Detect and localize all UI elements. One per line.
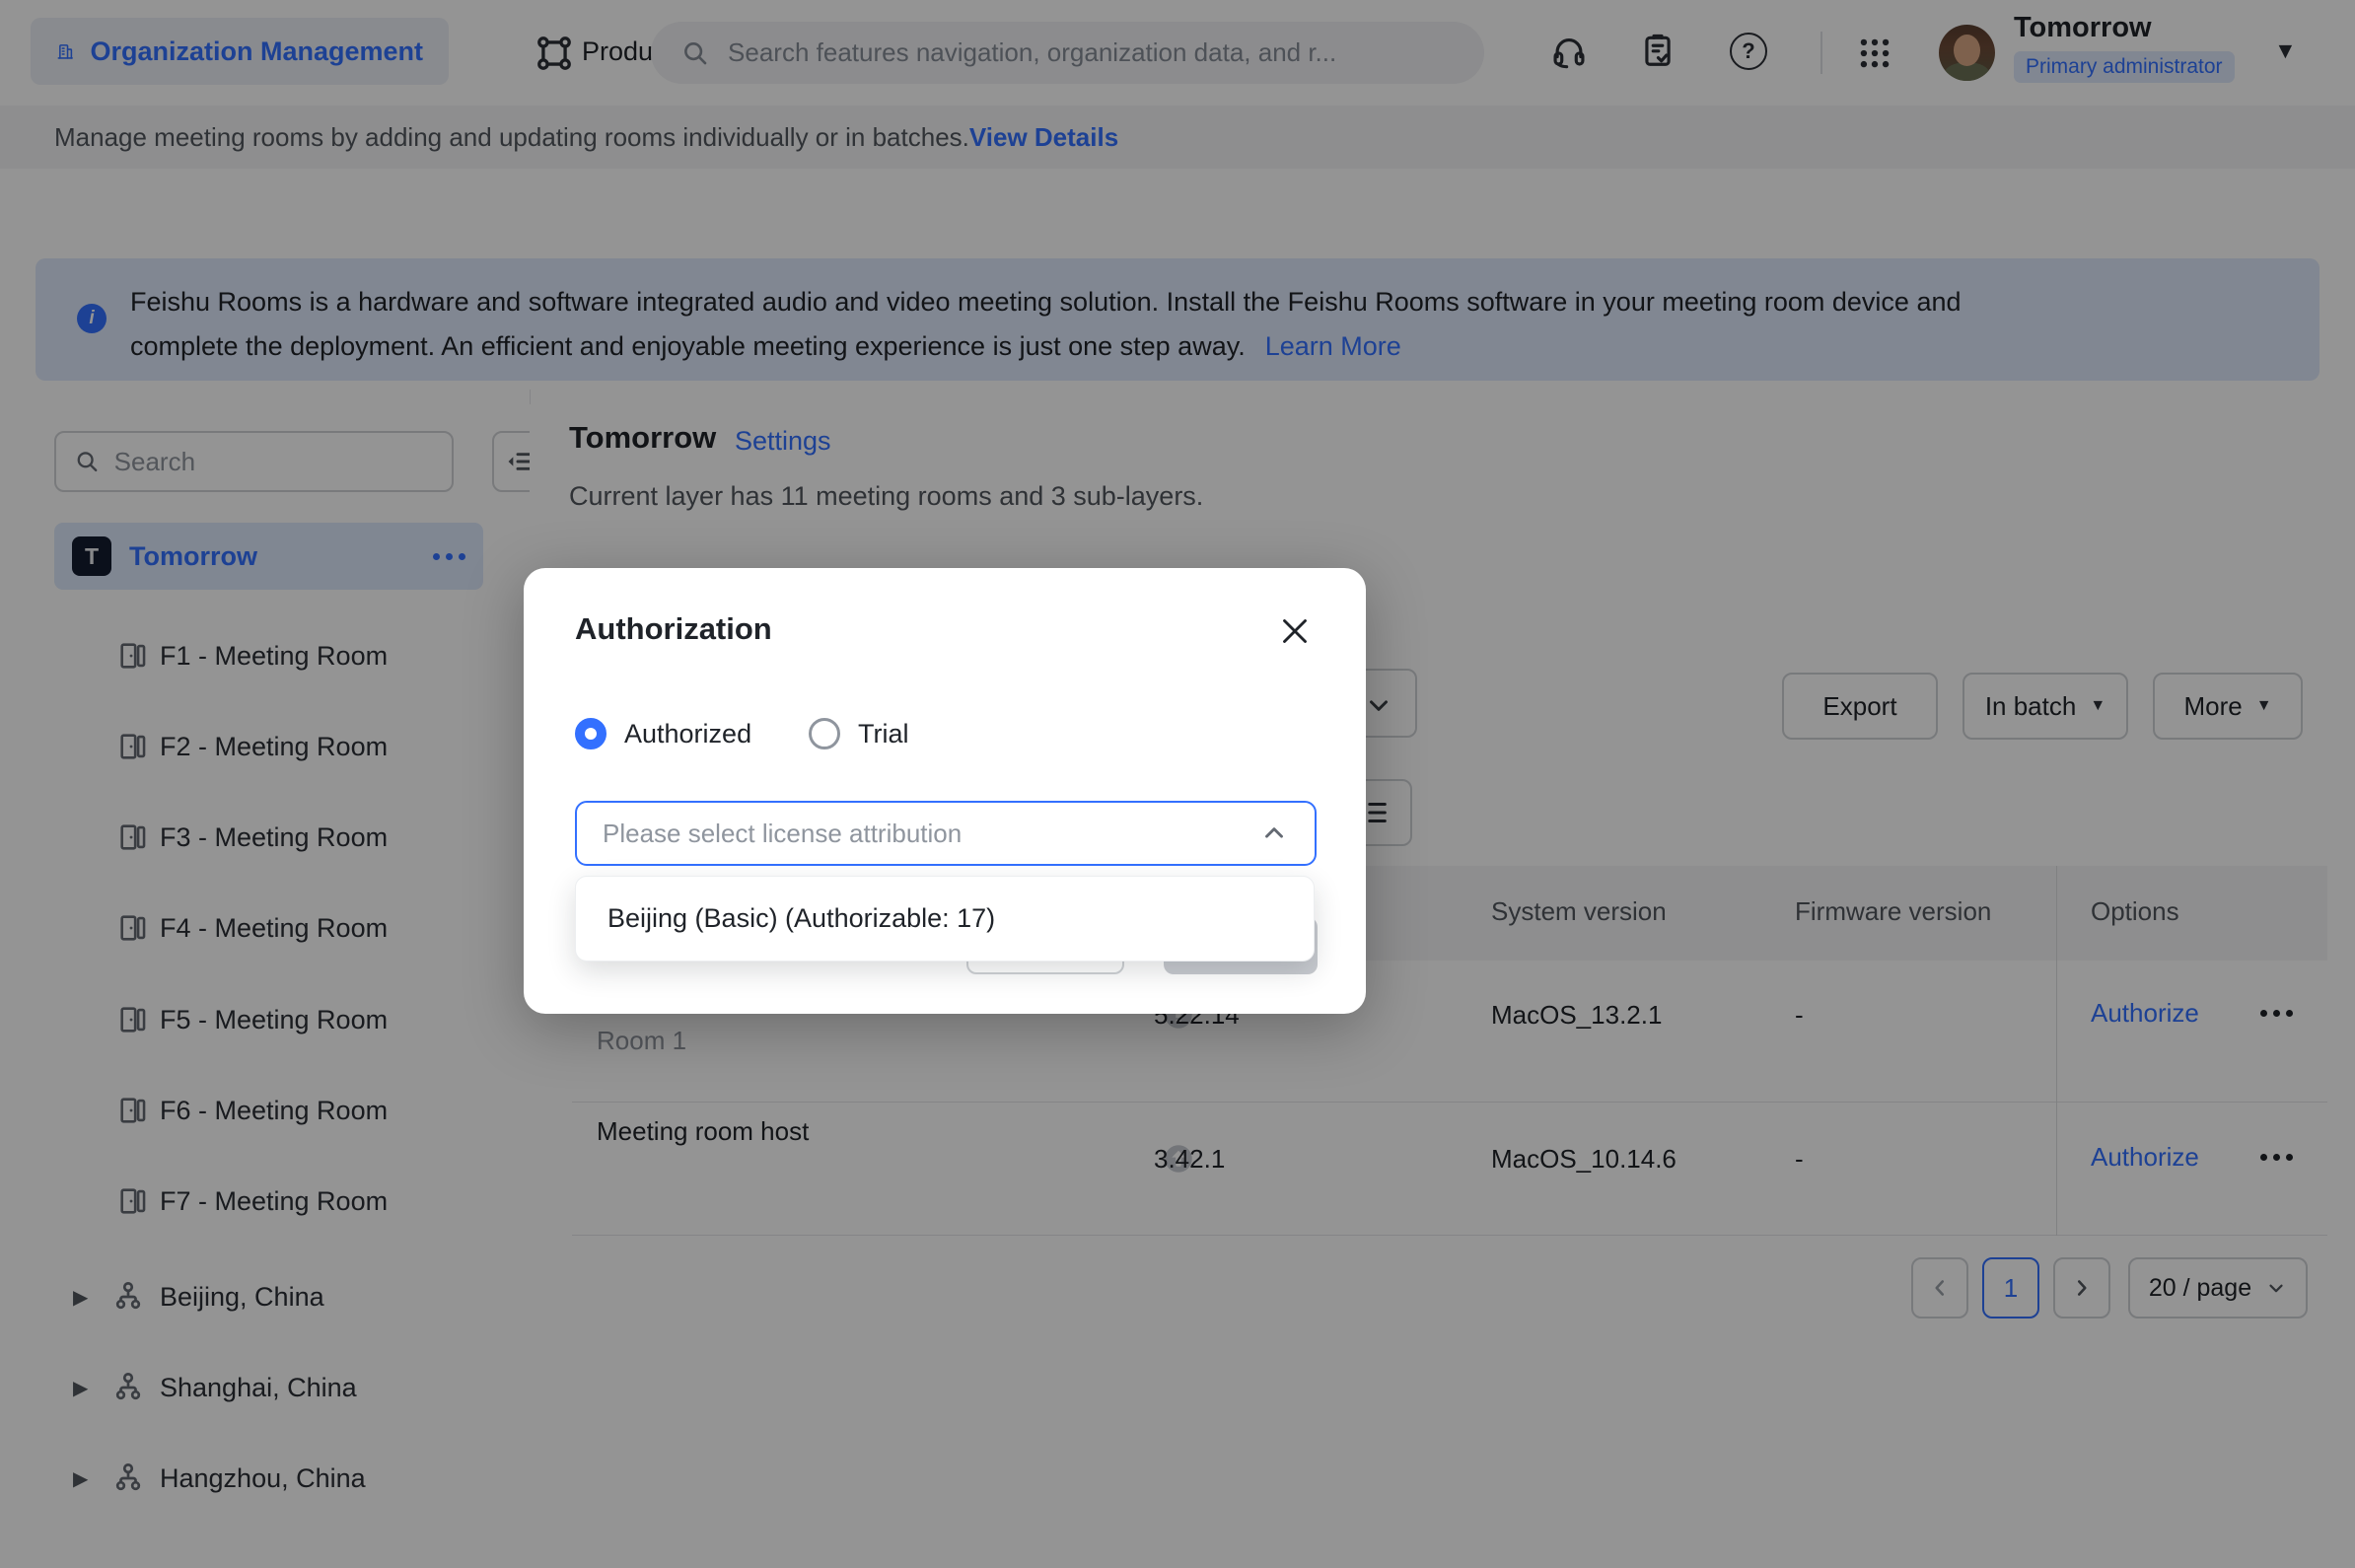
license-options-dropdown: Beijing (Basic) (Authorizable: 17) (575, 876, 1315, 962)
chevron-up-icon (1259, 819, 1289, 848)
license-option[interactable]: Beijing (Basic) (Authorizable: 17) (607, 903, 995, 934)
license-attribution-select[interactable]: Please select license attribution (575, 801, 1317, 866)
screen: Organization Management Product ? (0, 0, 2355, 1568)
authorization-modal: Authorization Authorized Trial Please se… (524, 568, 1366, 1014)
radio-authorized-label: Authorized (624, 719, 751, 749)
radio-unselected-icon (809, 718, 840, 749)
close-icon[interactable] (1277, 613, 1313, 649)
radio-selected-icon (575, 718, 607, 749)
radio-trial-label: Trial (858, 719, 909, 749)
radio-trial[interactable]: Trial (809, 718, 909, 749)
modal-title: Authorization (575, 611, 772, 647)
select-placeholder: Please select license attribution (603, 819, 1259, 849)
radio-authorized[interactable]: Authorized (575, 718, 751, 749)
